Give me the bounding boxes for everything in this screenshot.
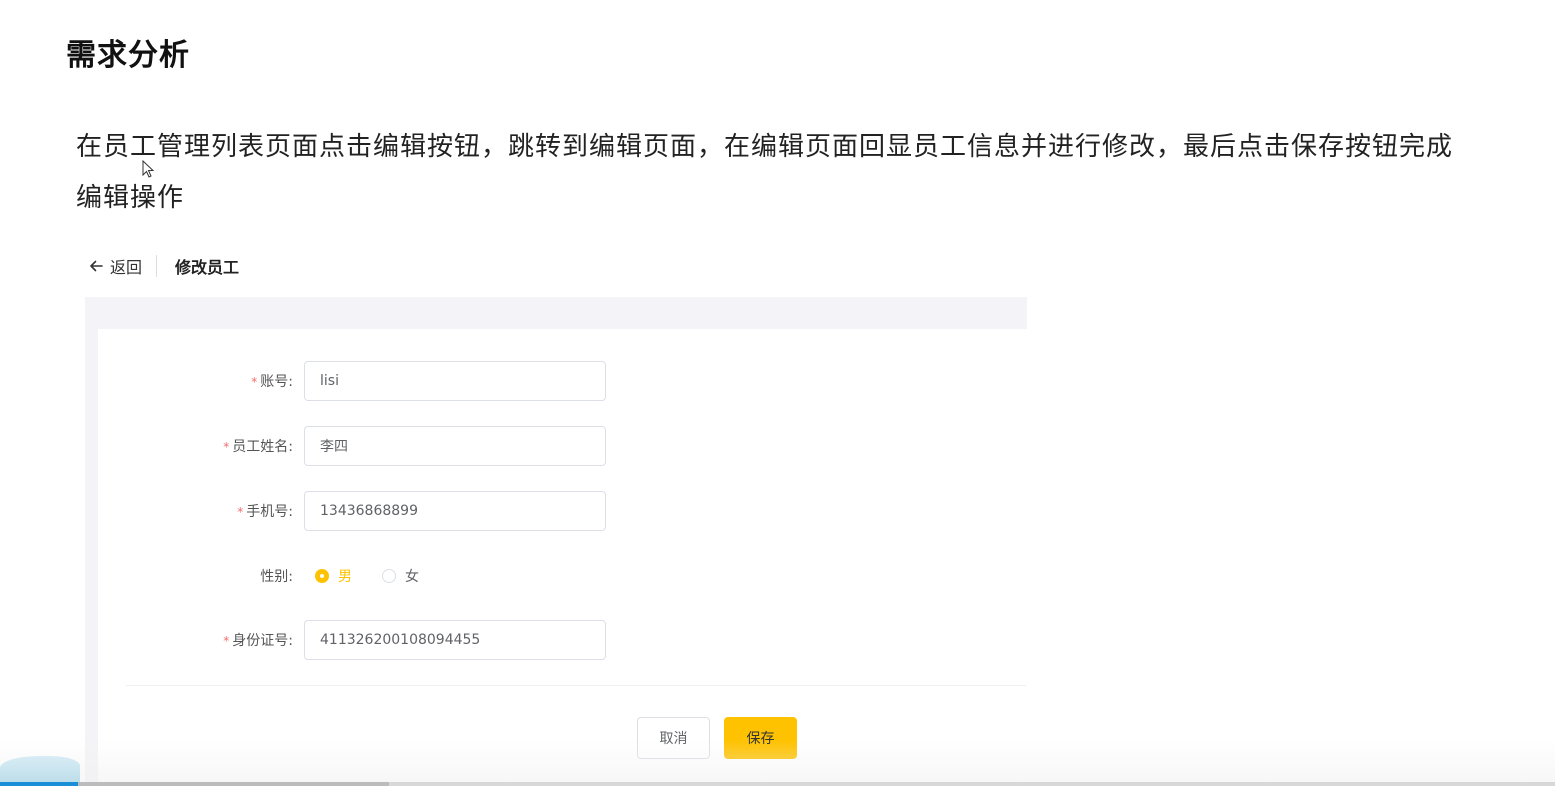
account-input[interactable] <box>304 361 606 401</box>
cancel-button[interactable]: 取消 <box>637 717 710 759</box>
gender-radio-male[interactable]: 男 <box>315 566 352 586</box>
required-mark: * <box>223 634 230 648</box>
radio-checked-icon <box>315 569 329 583</box>
save-button[interactable]: 保存 <box>724 717 797 759</box>
slide-description: 在员工管理列表页面点击编辑按钮，跳转到编辑页面，在编辑页面回显员工信息并进行修改… <box>76 132 1454 213</box>
account-row: * 账号: <box>98 360 606 402</box>
id-number-input[interactable] <box>304 620 606 660</box>
name-row: * 员工姓名: <box>98 425 606 467</box>
slide-title: 需求分析 <box>66 38 190 73</box>
required-mark: * <box>223 440 230 454</box>
video-progress-bar[interactable] <box>0 782 1555 786</box>
name-input[interactable] <box>304 426 606 466</box>
gender-label: 性别: <box>260 569 293 585</box>
gender-radio-group: 男 女 <box>315 566 449 586</box>
radio-unchecked-icon <box>382 569 396 583</box>
mouse-cursor-icon <box>142 160 155 178</box>
phone-label: * 手机号: <box>237 504 293 520</box>
page-title: 修改员工 <box>175 258 240 277</box>
required-mark: * <box>237 505 244 519</box>
back-button[interactable]: 返回 <box>88 255 158 277</box>
arrow-left-icon <box>90 260 103 272</box>
edit-employee-form: *账号: *员工姓名: *手机号: 性别: 男 女 <box>98 329 1027 786</box>
gender-row: 性别: 男 女 <box>98 555 449 597</box>
name-label: * 员工姓名: <box>223 439 293 455</box>
id-number-row: * 身份证号: <box>98 619 606 661</box>
progress-played <box>0 782 78 786</box>
account-label: * 账号: <box>251 374 293 390</box>
phone-row: * 手机号: <box>98 490 606 532</box>
required-mark: * <box>251 375 258 389</box>
back-label: 返回 <box>110 258 143 277</box>
decorative-wave <box>0 756 80 784</box>
app-header: 返回 修改员工 <box>88 250 239 282</box>
phone-input[interactable] <box>304 491 606 531</box>
form-divider <box>126 685 1026 686</box>
slide: 需求分析 在员工管理列表页面点击编辑按钮，跳转到编辑页面，在编辑页面回显员工信息… <box>0 0 1555 786</box>
id-number-label: * 身份证号: <box>223 633 293 649</box>
gender-radio-female[interactable]: 女 <box>382 566 419 586</box>
